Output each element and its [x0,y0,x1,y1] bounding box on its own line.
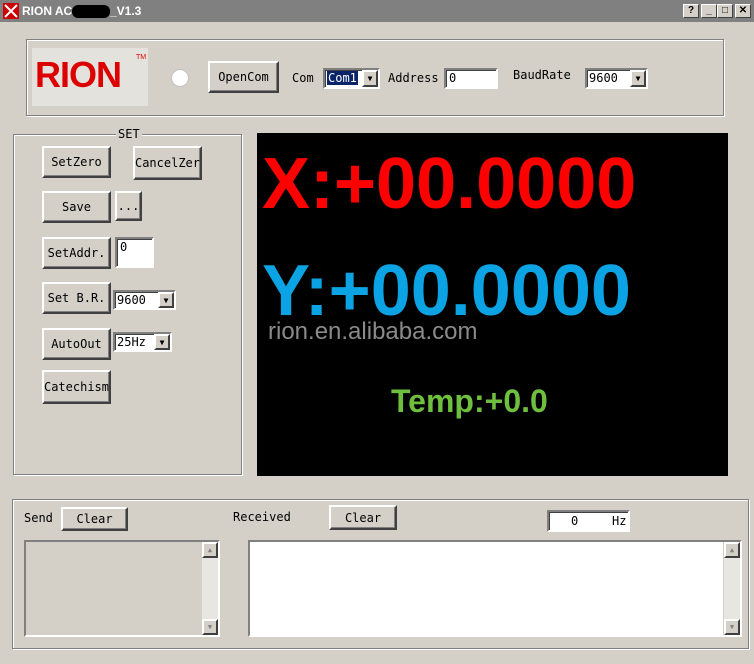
set-addr-button[interactable]: SetAddr. [42,237,111,269]
received-textarea[interactable]: ▲ ▼ [248,540,742,637]
y-angle-readout: Y:+00.0000 [262,251,631,331]
logo-tm: TM [136,54,147,61]
hz-unit: Hz [612,514,627,528]
com-select[interactable]: Com1 ▼ [323,68,380,89]
maximize-button[interactable]: □ [717,4,733,18]
set-br-value: 9600 [117,293,146,307]
app-icon [3,3,19,19]
temperature-readout: Temp:+0.0 [391,383,548,419]
measurement-display: X:+00.0000 Y:+00.0000 rion.en.alibaba.co… [257,133,728,476]
send-scrollbar[interactable]: ▲ ▼ [201,542,218,635]
scroll-up-icon[interactable]: ▲ [724,542,740,558]
catechism-button[interactable]: Catechism [42,370,111,404]
save-button[interactable]: Save [42,191,111,223]
rion-logo: RION TM [32,48,148,106]
auto-out-value: 25Hz [117,335,146,349]
address-label: Address [388,71,439,85]
window-version: _V1.3 [110,4,142,18]
scroll-down-icon[interactable]: ▼ [202,619,218,635]
chevron-down-icon[interactable]: ▼ [158,292,174,308]
baudrate-select[interactable]: 9600 ▼ [585,68,648,89]
x-angle-readout: X:+00.0000 [262,144,637,224]
set-br-select[interactable]: 9600 ▼ [113,290,176,310]
send-textarea[interactable]: ▲ ▼ [24,540,220,637]
received-scrollbar[interactable]: ▲ ▼ [723,542,740,635]
send-label: Send [24,511,53,525]
browse-button[interactable]: ... [115,191,142,221]
hz-value: 0 [571,514,579,528]
baudrate-label: BaudRate [513,68,571,82]
minimize-button[interactable]: _ [701,4,717,18]
auto-out-button[interactable]: AutoOut [42,328,111,360]
scroll-up-icon[interactable]: ▲ [202,542,218,558]
open-com-button[interactable]: OpenCom [208,61,279,93]
chevron-down-icon[interactable]: ▼ [630,70,646,87]
logo-text: RION [35,54,122,95]
status-led-icon [171,69,189,87]
received-label: Received [233,510,291,524]
title-bar[interactable]: RION ACA _V1.3 ? _ □ ✕ [0,0,754,22]
set-address-input[interactable]: 0 [115,237,154,268]
received-clear-button[interactable]: Clear [329,505,397,530]
baudrate-value: 9600 [589,71,618,85]
set-br-button[interactable]: Set B.R. [42,282,111,314]
close-button[interactable]: ✕ [735,4,751,18]
set-group-label: SET [116,127,142,141]
address-input[interactable]: 0 [444,68,498,89]
com-value: Com1 [327,71,358,85]
chevron-down-icon[interactable]: ▼ [154,334,170,350]
hz-readout: 0 Hz [547,510,630,532]
set-zero-button[interactable]: SetZero [42,146,111,178]
cancel-zero-button[interactable]: CancelZer [133,146,202,180]
com-label: Com [292,71,314,85]
watermark-text: rion.en.alibaba.com [268,318,478,345]
scroll-down-icon[interactable]: ▼ [724,619,740,635]
send-clear-button[interactable]: Clear [61,507,128,531]
help-button[interactable]: ? [683,4,699,18]
title-redaction [72,5,110,18]
auto-out-select[interactable]: 25Hz ▼ [113,332,172,352]
chevron-down-icon[interactable]: ▼ [362,70,378,87]
